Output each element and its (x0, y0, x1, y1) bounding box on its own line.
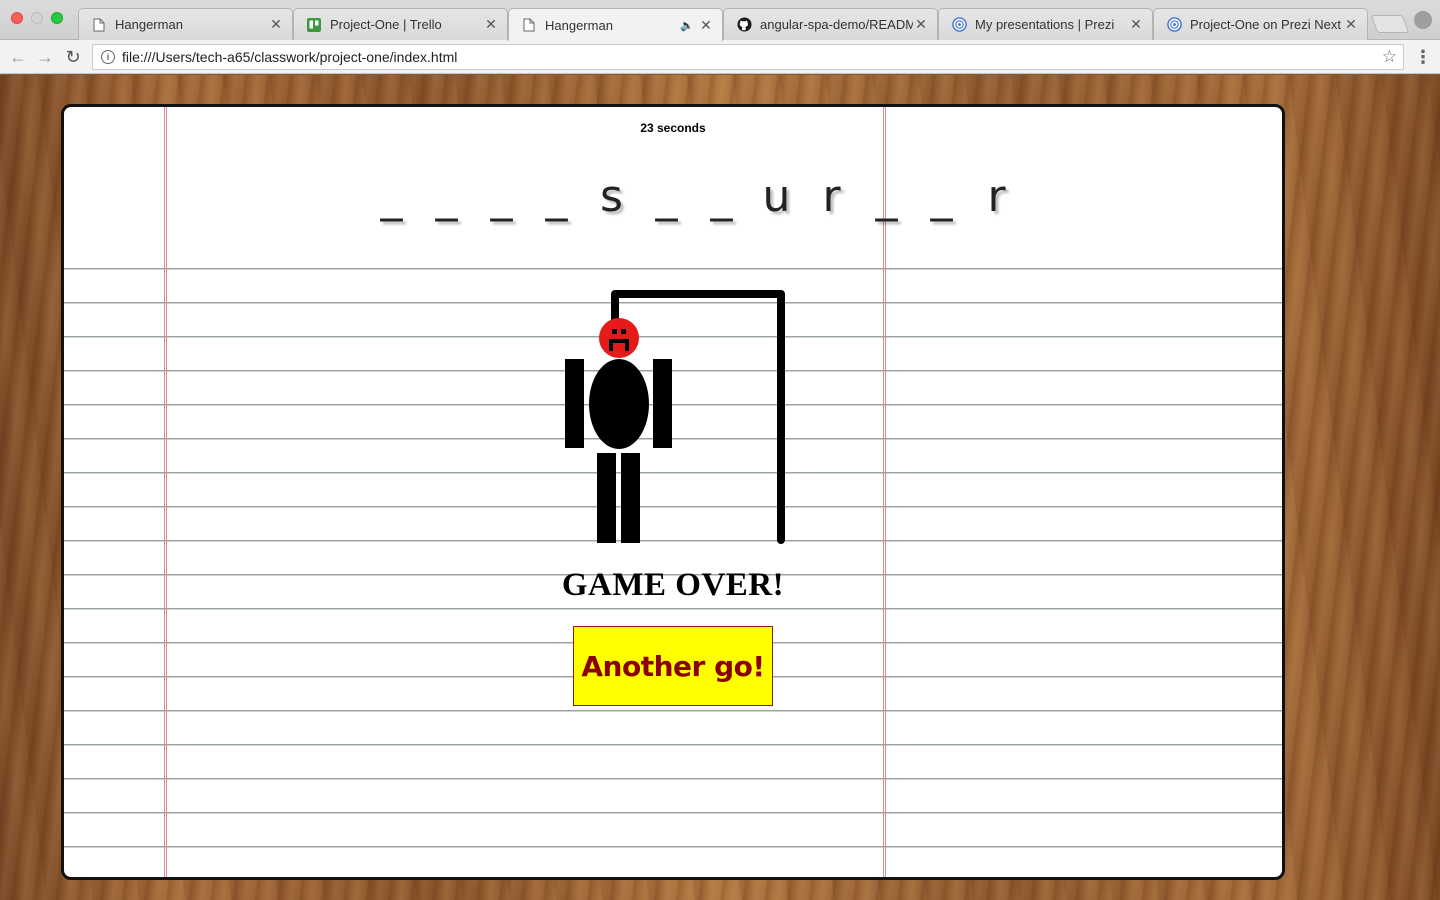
close-tab-icon[interactable]: ✕ (483, 16, 499, 33)
speaker-icon[interactable]: 🔈 (680, 19, 694, 32)
close-tab-icon[interactable]: ✕ (268, 16, 284, 33)
browser-menu-icon[interactable]: ⋮ (1414, 47, 1432, 67)
new-tab-button[interactable] (1370, 15, 1410, 33)
hangman-right-arm (653, 359, 672, 448)
letter-slot: _ (545, 171, 568, 222)
letter-slot: _ (655, 171, 678, 222)
letter-slot: _ (490, 171, 513, 222)
prezi-icon (951, 17, 967, 33)
letter-slot: _ (380, 171, 403, 222)
hangman-right-leg (621, 453, 640, 543)
margin-line-left (164, 107, 167, 877)
tab-title: angular-spa-demo/READM (760, 17, 913, 32)
tab-prezi-next[interactable]: Project-One on Prezi Next ✕ (1153, 8, 1368, 40)
tab-trello[interactable]: Project-One | Trello ✕ (293, 8, 508, 40)
profile-icon[interactable] (1414, 11, 1432, 29)
tab-hangerman-1[interactable]: Hangerman ✕ (78, 8, 293, 40)
document-icon (91, 17, 107, 33)
github-icon (736, 17, 752, 33)
hangman-head (599, 318, 639, 358)
notebook-paper: 23 seconds _ _ _ _ s _ _ u r _ _ r GAME … (61, 104, 1285, 880)
trello-icon (306, 17, 322, 33)
tab-title: Project-One | Trello (330, 17, 442, 32)
tab-github[interactable]: angular-spa-demo/READM ✕ (723, 8, 938, 40)
game-over-message: GAME OVER! (561, 567, 785, 603)
tab-prezi-presentations[interactable]: My presentations | Prezi ✕ (938, 8, 1153, 40)
word-display: _ _ _ _ s _ _ u r _ _ r (364, 167, 1024, 227)
maximize-window-button[interactable] (51, 12, 63, 24)
back-arrow-icon[interactable]: ← (6, 45, 30, 69)
letter-slot: _ (435, 171, 458, 222)
hangman-drawing (561, 290, 791, 550)
letter-slot: r (987, 171, 1006, 222)
close-tab-icon[interactable]: ✕ (1343, 16, 1359, 33)
bookmark-star-icon[interactable]: ☆ (1382, 47, 1397, 67)
letter-slot: s (600, 171, 623, 222)
prezi-icon (1166, 17, 1182, 33)
url-text: file:///Users/tech-a65/classwork/project… (122, 49, 458, 65)
forward-arrow-icon[interactable]: → (33, 45, 57, 69)
hangman-body (589, 359, 649, 449)
another-go-button[interactable]: Another go! (573, 626, 773, 706)
tab-hangerman-active[interactable]: Hangerman 🔈 ✕ (508, 8, 723, 41)
letter-slot: u (762, 171, 791, 222)
timer: 23 seconds (640, 121, 706, 135)
hangman-left-leg (597, 453, 616, 543)
hangman-left-arm (565, 359, 584, 448)
close-tab-icon[interactable]: ✕ (1128, 16, 1144, 33)
tab-title: Project-One on Prezi Next (1190, 17, 1342, 32)
close-tab-icon[interactable]: ✕ (698, 17, 714, 34)
letter-slot: _ (875, 171, 898, 222)
letter-slot: _ (930, 171, 953, 222)
minimize-window-button[interactable] (31, 12, 43, 24)
browser-toolbar: ← → ↻ i file:///Users/tech-a65/classwork… (0, 40, 1440, 74)
tab-title: My presentations | Prezi (975, 17, 1115, 32)
address-bar[interactable]: i file:///Users/tech-a65/classwork/proje… (92, 44, 1404, 70)
letter-slot: _ (710, 171, 733, 222)
info-icon[interactable]: i (101, 50, 115, 64)
document-icon (521, 17, 537, 33)
tab-title: Hangerman (115, 17, 183, 32)
reload-icon[interactable]: ↻ (61, 45, 85, 69)
tab-title: Hangerman (545, 17, 613, 33)
browser-tab-bar: Hangerman ✕ Project-One | Trello ✕ Hange… (0, 0, 1440, 41)
letter-slot: r (822, 171, 841, 222)
close-window-button[interactable] (11, 12, 23, 24)
close-tab-icon[interactable]: ✕ (913, 16, 929, 33)
